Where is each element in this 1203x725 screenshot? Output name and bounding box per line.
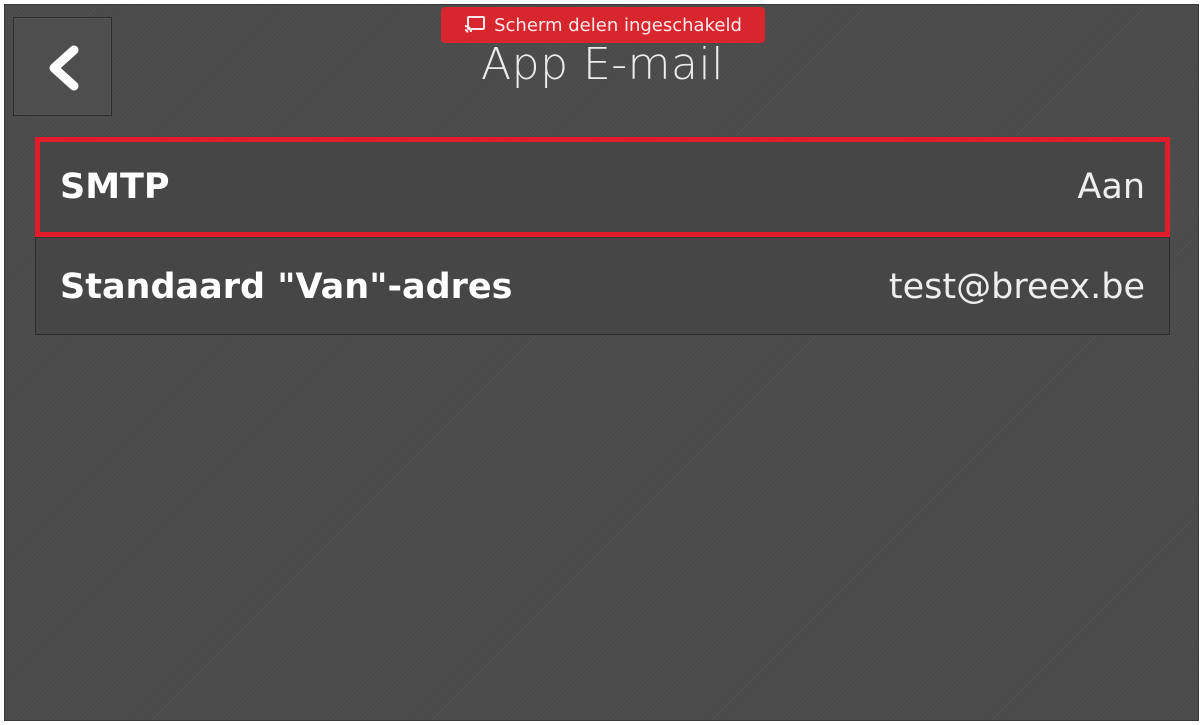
smtp-value: Aan [1077, 167, 1145, 207]
smtp-label: SMTP [60, 167, 170, 207]
device-screen: Scherm delen ingeschakeld App E-mail SMT… [4, 4, 1199, 721]
default-from-address-row[interactable]: Standaard "Van"-adres test@breex.be [36, 237, 1169, 335]
default-from-address-label: Standaard "Van"-adres [60, 266, 513, 307]
screen-sharing-text: Scherm delen ingeschakeld [494, 14, 742, 36]
screen-sharing-banner: Scherm delen ingeschakeld [441, 7, 765, 43]
page-title: App E-mail [481, 39, 724, 90]
screen-cast-icon [464, 16, 486, 34]
smtp-setting-row[interactable]: SMTP Aan [35, 137, 1170, 237]
settings-list: SMTP Aan Standaard "Van"-adres test@bree… [35, 137, 1170, 335]
default-from-address-value: test@breex.be [888, 266, 1145, 307]
